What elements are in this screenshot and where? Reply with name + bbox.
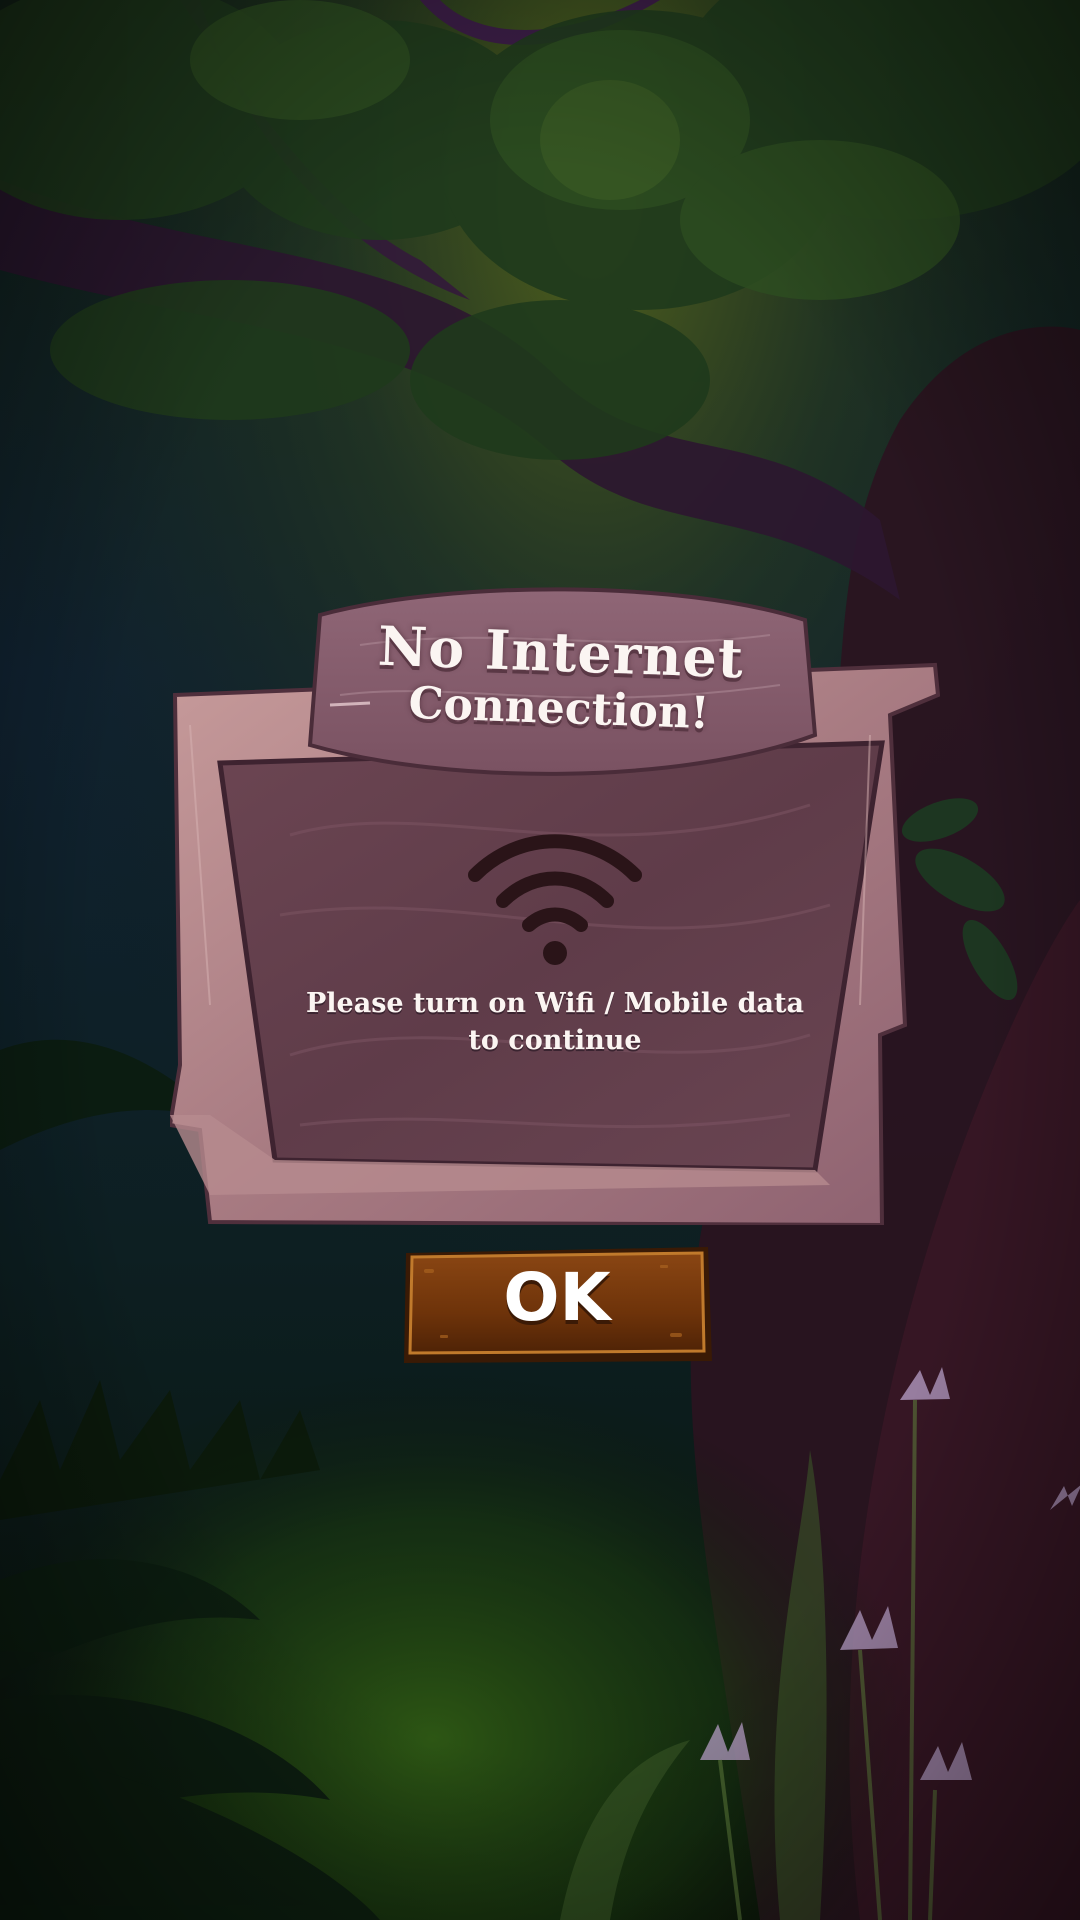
ok-button[interactable]: OK: [400, 1243, 714, 1367]
no-internet-dialog: No Internet Connection! Please turn on W…: [170, 585, 940, 1225]
dialog-title-line1: No Internet: [376, 613, 745, 691]
wifi-icon: [468, 834, 642, 965]
ok-button-label: OK: [503, 1259, 611, 1336]
dialog-message-line1: Please turn on Wifi / Mobile data: [305, 988, 804, 1019]
dialog-title: No Internet Connection!: [298, 613, 821, 740]
dialog-message-line2: to continue: [468, 1025, 642, 1056]
dialog-message: Please turn on Wifi / Mobile data to con…: [260, 985, 850, 1059]
title-plank: No Internet Connection!: [300, 585, 820, 790]
game-screen: No Internet Connection! Please turn on W…: [0, 0, 1080, 1920]
